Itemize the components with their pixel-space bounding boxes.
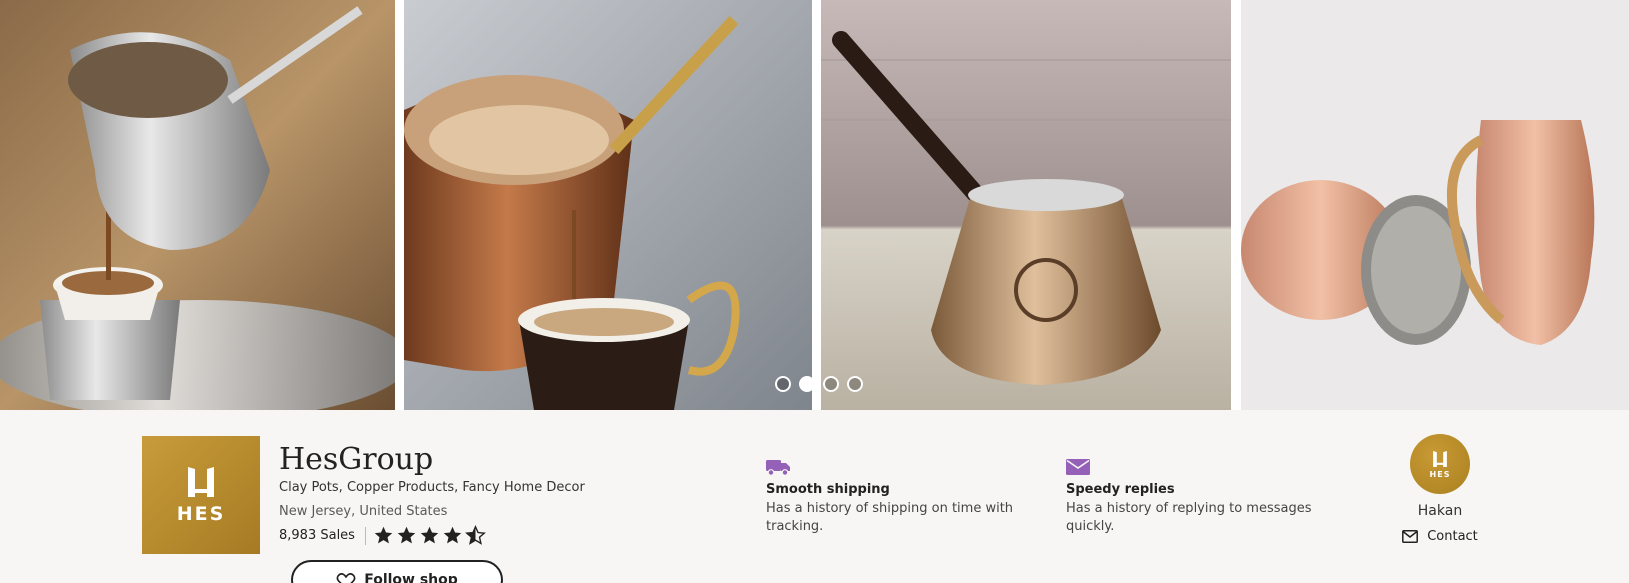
contact-label: Contact bbox=[1427, 529, 1478, 544]
perk-smooth-shipping: Smooth shipping Has a history of shippin… bbox=[766, 458, 1026, 536]
contact-button[interactable]: Contact bbox=[1390, 529, 1490, 544]
avatar-text: HES bbox=[1429, 469, 1451, 479]
carousel-dot-2[interactable] bbox=[799, 376, 815, 392]
owner-avatar[interactable]: HES bbox=[1410, 434, 1470, 494]
banner-photo-silver-pot[interactable] bbox=[0, 0, 395, 410]
banner-photo-engraved-pot[interactable] bbox=[821, 0, 1231, 410]
star-icon bbox=[397, 526, 416, 544]
sales-count: 8,983 Sales bbox=[279, 528, 355, 543]
shop-logo-mark-icon bbox=[1433, 450, 1447, 467]
shop-logo-mark-icon bbox=[188, 467, 214, 497]
owner-name[interactable]: Hakan bbox=[1390, 503, 1490, 519]
shop-info-bar: HES HesGroup Clay Pots, Copper Products,… bbox=[0, 410, 1629, 583]
shop-page: HES HesGroup Clay Pots, Copper Products,… bbox=[0, 0, 1629, 583]
envelope-outline-icon bbox=[1402, 530, 1419, 543]
shop-tagline: Clay Pots, Copper Products, Fancy Home D… bbox=[279, 480, 585, 495]
star-rating[interactable] bbox=[373, 525, 486, 546]
star-icon bbox=[420, 526, 439, 544]
truck-icon bbox=[766, 460, 790, 476]
heart-icon bbox=[336, 573, 356, 583]
sales-rating-row: 8,983 Sales bbox=[279, 525, 486, 546]
carousel-dot-3[interactable] bbox=[823, 376, 839, 392]
perk-description: Has a history of shipping on time with t… bbox=[766, 501, 1014, 534]
perk-title: Speedy replies bbox=[1066, 482, 1175, 497]
perk-speedy-replies: Speedy replies Has a history of replying… bbox=[1066, 458, 1326, 536]
envelope-icon bbox=[1066, 459, 1090, 475]
shop-owner: HES Hakan Contact bbox=[1390, 434, 1490, 544]
perk-title: Smooth shipping bbox=[766, 482, 890, 497]
divider bbox=[364, 526, 366, 545]
banner-photo-copper-pot[interactable] bbox=[404, 0, 812, 410]
carousel-dot-4[interactable] bbox=[847, 376, 863, 392]
banner-photo-copper-cups[interactable] bbox=[1241, 0, 1629, 410]
half-star-icon bbox=[465, 525, 486, 545]
carousel-dot-1[interactable] bbox=[775, 376, 791, 392]
star-icon bbox=[443, 526, 462, 544]
carousel-dots bbox=[775, 376, 863, 392]
shop-logo[interactable]: HES bbox=[142, 436, 260, 554]
shop-name[interactable]: HesGroup bbox=[279, 442, 433, 477]
shop-banner bbox=[0, 0, 1629, 410]
perk-description: Has a history of replying to messages qu… bbox=[1066, 501, 1312, 534]
star-icon bbox=[374, 526, 393, 544]
shop-location: New Jersey, United States bbox=[279, 504, 448, 519]
shop-logo-text: HES bbox=[176, 503, 226, 525]
follow-shop-button[interactable]: Follow shop bbox=[291, 560, 503, 583]
follow-shop-label: Follow shop bbox=[364, 572, 458, 583]
